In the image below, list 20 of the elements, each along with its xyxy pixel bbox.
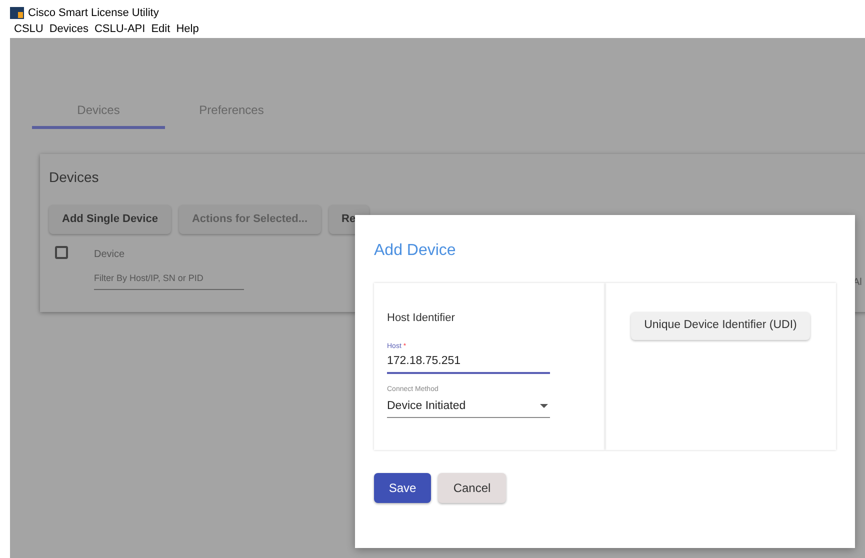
dialog-title: Add Device — [374, 241, 457, 261]
menu-item[interactable]: Edit — [151, 20, 170, 38]
card-title: Devices — [49, 168, 100, 187]
column-header: Device — [94, 248, 125, 262]
save-button[interactable]: Save — [374, 473, 431, 503]
cancel-button[interactable]: Cancel — [438, 473, 506, 503]
menu-item[interactable]: Help — [176, 20, 199, 38]
caret-icon — [540, 404, 548, 408]
filter-field[interactable]: Filter By Host/IP, SN or PID — [94, 272, 244, 290]
window-title: Cisco Smart License Utility — [28, 6, 159, 21]
connect-method-select[interactable]: Device Initiated — [387, 398, 550, 418]
menu-item[interactable]: CSLU-API — [94, 20, 146, 38]
host-field[interactable]: 172.18.75.251 — [387, 353, 550, 374]
menu-item[interactable]: Devices — [49, 20, 88, 38]
app-icon — [10, 7, 24, 19]
toolbar-button[interactable]: Add Single Device — [49, 205, 171, 234]
udi-button[interactable]: Unique Device Identifier (UDI) — [631, 312, 810, 340]
menu-item[interactable]: CSLU — [14, 20, 44, 38]
section-label: Host Identifier — [387, 311, 456, 326]
select-all-checkbox[interactable] — [55, 246, 68, 258]
